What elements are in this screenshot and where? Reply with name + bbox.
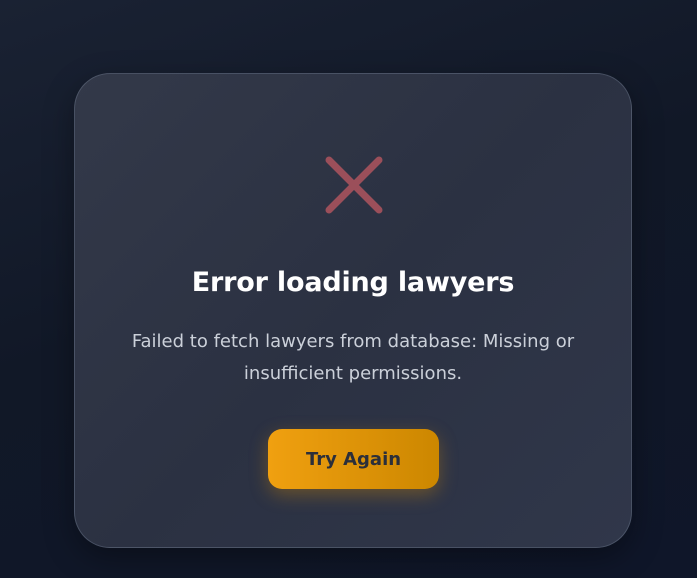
- error-card: Error loading lawyers Failed to fetch la…: [74, 73, 632, 548]
- try-again-button[interactable]: Try Again: [268, 429, 439, 489]
- error-title: Error loading lawyers: [191, 267, 515, 298]
- x-mark-icon: [325, 156, 383, 214]
- error-message: Failed to fetch lawyers from database: M…: [131, 331, 575, 384]
